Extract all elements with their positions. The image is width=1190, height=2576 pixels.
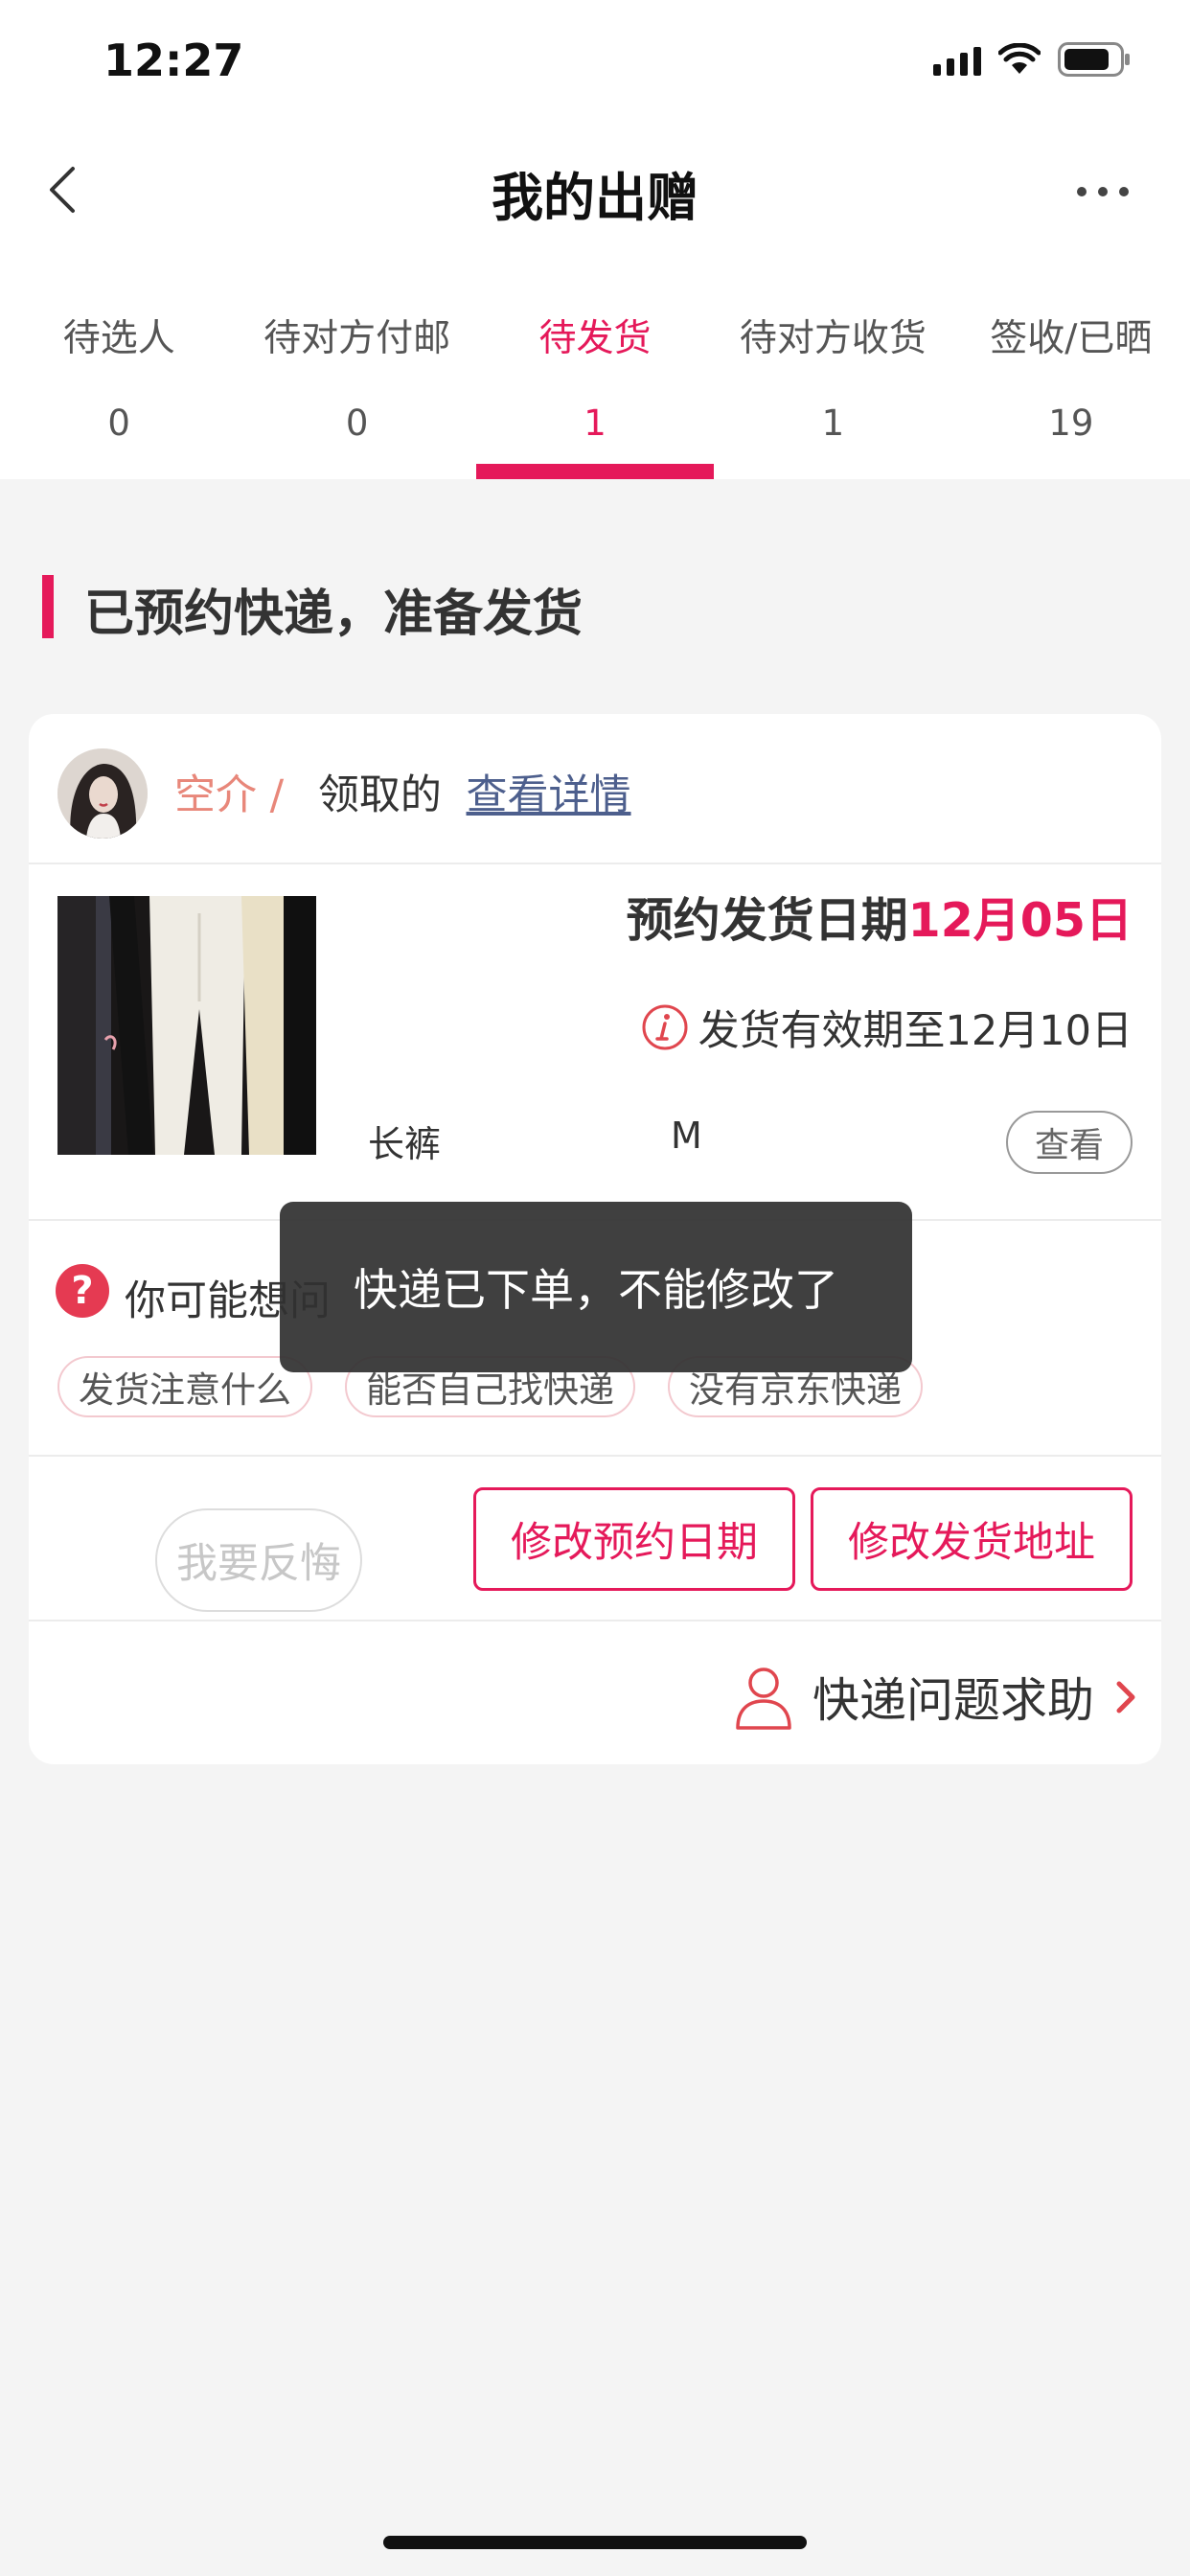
tab-count: 19 <box>1048 402 1094 444</box>
edit-ship-address-button[interactable]: 修改发货地址 <box>811 1487 1133 1591</box>
tab-pending-selection[interactable]: 待选人 0 <box>0 259 238 479</box>
active-tab-indicator <box>475 464 715 479</box>
avatar[interactable] <box>57 748 148 839</box>
user-action-text: 领取的 <box>317 771 442 819</box>
tab-label: 待选人 <box>62 317 175 360</box>
tab-pending-shipment[interactable]: 待发货 1 <box>475 259 715 479</box>
user-support-icon <box>736 1667 791 1730</box>
battery-icon <box>1058 42 1131 77</box>
tab-label: 签收/已晒 <box>990 317 1153 360</box>
schedule-label: 预约发货日期 <box>626 893 908 948</box>
tab-label: 待发货 <box>538 317 652 360</box>
user-name[interactable]: 空介 <box>174 771 257 819</box>
section-accent-bar <box>42 575 54 638</box>
schedule-date: 12月05日 <box>907 893 1133 948</box>
scheduled-ship-date: 预约发货日期12月05日 <box>627 883 1133 951</box>
view-button[interactable]: 查看 <box>1006 1111 1133 1174</box>
divider <box>29 1620 1161 1622</box>
tab-pending-postage[interactable]: 待对方付邮 0 <box>238 259 475 479</box>
toast-message: 快递已下单，不能修改了 <box>280 1202 912 1372</box>
cellular-signal-icon <box>933 43 981 76</box>
info-icon <box>642 1004 688 1050</box>
more-dots-icon <box>1077 187 1129 196</box>
tab-received-shared[interactable]: 签收/已晒 19 <box>952 259 1190 479</box>
question-icon: ? <box>56 1264 109 1318</box>
status-icons <box>933 42 1131 77</box>
tab-label: 待对方收货 <box>739 317 927 360</box>
shipping-validity: 发货有效期至12月10日 <box>641 998 1133 1057</box>
help-label: 快递问题求助 <box>812 1673 1094 1728</box>
home-indicator[interactable] <box>383 2536 807 2549</box>
status-time: 12:27 <box>103 34 244 86</box>
chevron-right-icon <box>1116 1681 1135 1713</box>
faq-chip[interactable]: 发货注意什么 <box>57 1356 312 1417</box>
divider <box>29 1455 1161 1457</box>
tab-count: 0 <box>345 402 369 444</box>
section-title: 已预约快递，准备发货 <box>84 586 584 643</box>
tab-pending-receipt[interactable]: 待对方收货 1 <box>714 259 951 479</box>
status-bar: 12:27 <box>0 0 1190 125</box>
item-name: 长裤 <box>368 1123 442 1165</box>
validity-text: 发货有效期至12月10日 <box>698 1007 1133 1055</box>
user-row: 空介 / 领取的 查看详情 <box>174 762 631 821</box>
tab-count: 0 <box>107 402 130 444</box>
edit-ship-date-button[interactable]: 修改预约日期 <box>473 1487 795 1591</box>
divider <box>29 862 1161 864</box>
wifi-icon <box>998 43 1041 76</box>
navigation-bar: 我的出赠 <box>0 125 1190 259</box>
separator: / <box>269 771 285 819</box>
product-image[interactable] <box>57 896 316 1155</box>
more-button[interactable] <box>1060 172 1146 211</box>
tab-count: 1 <box>821 402 845 444</box>
regret-button[interactable]: 我要反悔 <box>155 1508 362 1612</box>
view-details-link[interactable]: 查看详情 <box>467 771 631 819</box>
courier-help-link[interactable]: 快递问题求助 <box>734 1663 1138 1731</box>
page-title: 我的出赠 <box>492 168 698 228</box>
item-size: M <box>671 1115 702 1157</box>
tab-label: 待对方付邮 <box>263 317 451 360</box>
tab-count: 1 <box>584 402 606 444</box>
status-tabs: 待选人 0 待对方付邮 0 待发货 1 待对方收货 1 签收/已晒 19 <box>0 259 1190 479</box>
